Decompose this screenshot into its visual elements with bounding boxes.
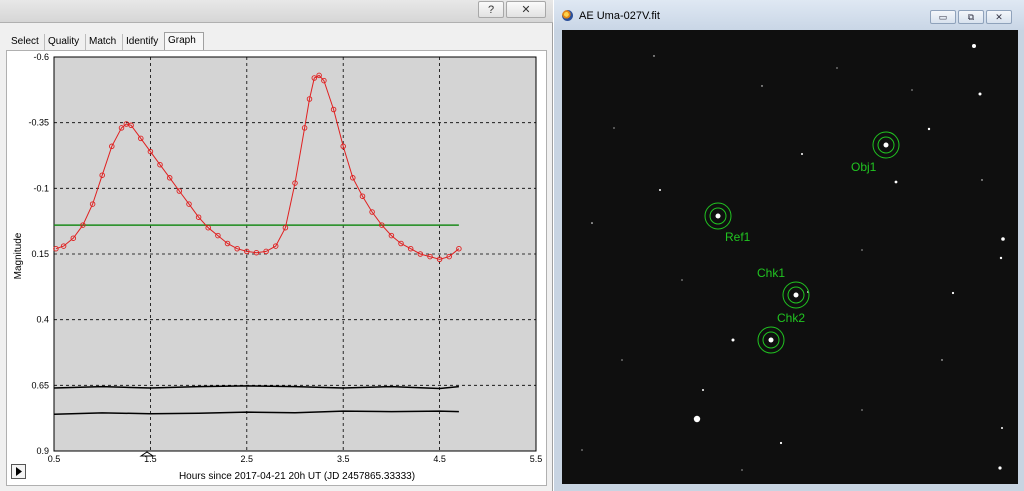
star-label-chk2: Chk2 [777, 311, 805, 325]
y-tick-label: 0.15 [31, 249, 49, 259]
star-label-chk1: Chk1 [757, 266, 785, 280]
y-tick-label: -0.6 [33, 52, 49, 62]
star-marker-ref1[interactable] [704, 202, 732, 230]
x-tick-label: 2.5 [241, 454, 254, 464]
restore-button[interactable]: ⧉ [958, 10, 984, 24]
background-star [861, 249, 863, 251]
x-axis-label: Hours since 2017-04-21 20h UT (JD 245786… [179, 471, 415, 482]
x-tick-labels: 0.5 1.5 2.5 3.5 4.5 5.5 [48, 454, 543, 464]
star-field: Obj1 Ref1 Chk1 Chk2 [581, 44, 1005, 471]
background-star [621, 359, 623, 361]
app-icon [562, 10, 573, 21]
tab-identify[interactable]: Identify [123, 34, 165, 50]
left-titlebar: ? ✕ [0, 0, 553, 23]
background-star [836, 67, 838, 69]
background-star [861, 409, 863, 411]
background-star [998, 466, 1002, 470]
light-curve-chart: -0.6-0.35-0.10.150.40.650.9 0.5 1.5 2.5 3.5… [13, 52, 543, 482]
star-marker-obj1[interactable] [872, 131, 900, 159]
close-button[interactable]: ✕ [506, 1, 546, 18]
background-star [941, 359, 943, 361]
background-star [731, 338, 735, 342]
background-star [779, 441, 783, 445]
x-tick-label: 5.5 [530, 454, 543, 464]
background-star [894, 180, 898, 184]
y-tick-labels: -0.6-0.35-0.10.150.40.650.9 [28, 52, 49, 456]
background-star [999, 256, 1003, 260]
minimize-button[interactable]: ▭ [930, 10, 956, 24]
tab-quality[interactable]: Quality [45, 34, 86, 50]
star-label-ref1: Ref1 [725, 230, 751, 244]
fits-window: AE Uma-027V.fit ▭ ⧉ ✕ Obj1 Ref1 Chk1 Chk… [554, 0, 1024, 491]
background-star [927, 127, 931, 131]
background-star [741, 469, 743, 471]
background-star [761, 85, 763, 87]
background-stars [581, 44, 1005, 471]
y-axis-label: Magnitude [13, 232, 24, 279]
background-star [911, 89, 913, 91]
graph-window: ? ✕ Select Quality Match Identify Graph … [0, 0, 553, 491]
background-star [693, 415, 701, 423]
window-title: AE Uma-027V.fit [579, 10, 660, 22]
background-star [653, 55, 655, 57]
background-star [702, 389, 704, 391]
x-tick-label: 0.5 [48, 454, 61, 464]
star-marker-chk2[interactable] [757, 326, 785, 354]
background-star [801, 153, 803, 155]
play-button[interactable] [11, 464, 26, 479]
window-close-button[interactable]: ✕ [986, 10, 1012, 24]
star-marker-chk1[interactable] [782, 281, 810, 309]
star-label-obj1: Obj1 [851, 160, 877, 174]
background-star [972, 44, 976, 48]
x-tick-label: 4.5 [433, 454, 446, 464]
tab-select[interactable]: Select [8, 34, 45, 50]
fits-image[interactable]: Obj1 Ref1 Chk1 Chk2 [562, 30, 1018, 484]
background-star [613, 127, 615, 129]
y-tick-label: 0.65 [31, 380, 49, 390]
background-star [681, 279, 683, 281]
x-tick-label: 3.5 [337, 454, 350, 464]
y-tick-label: 0.4 [36, 315, 49, 325]
graph-panel: -0.6 -0.35 -0.1 0.15 0.4 0.65 0.9 0.5 1.5 2.5 3.5… [6, 50, 547, 486]
y-tick-label: -0.35 [28, 118, 49, 128]
y-tick-label: -0.1 [33, 183, 49, 193]
background-star [581, 449, 583, 451]
background-star [951, 291, 955, 295]
background-star [591, 222, 593, 224]
background-star [978, 92, 982, 96]
play-icon [16, 467, 22, 476]
background-star [1001, 237, 1005, 241]
fits-titlebar: AE Uma-027V.fit ▭ ⧉ ✕ [554, 0, 1024, 30]
background-star [1001, 427, 1003, 429]
help-button[interactable]: ? [478, 1, 504, 18]
tab-match[interactable]: Match [86, 34, 123, 50]
background-star [659, 189, 661, 191]
tab-graph[interactable]: Graph [164, 32, 204, 51]
background-star [981, 179, 983, 181]
